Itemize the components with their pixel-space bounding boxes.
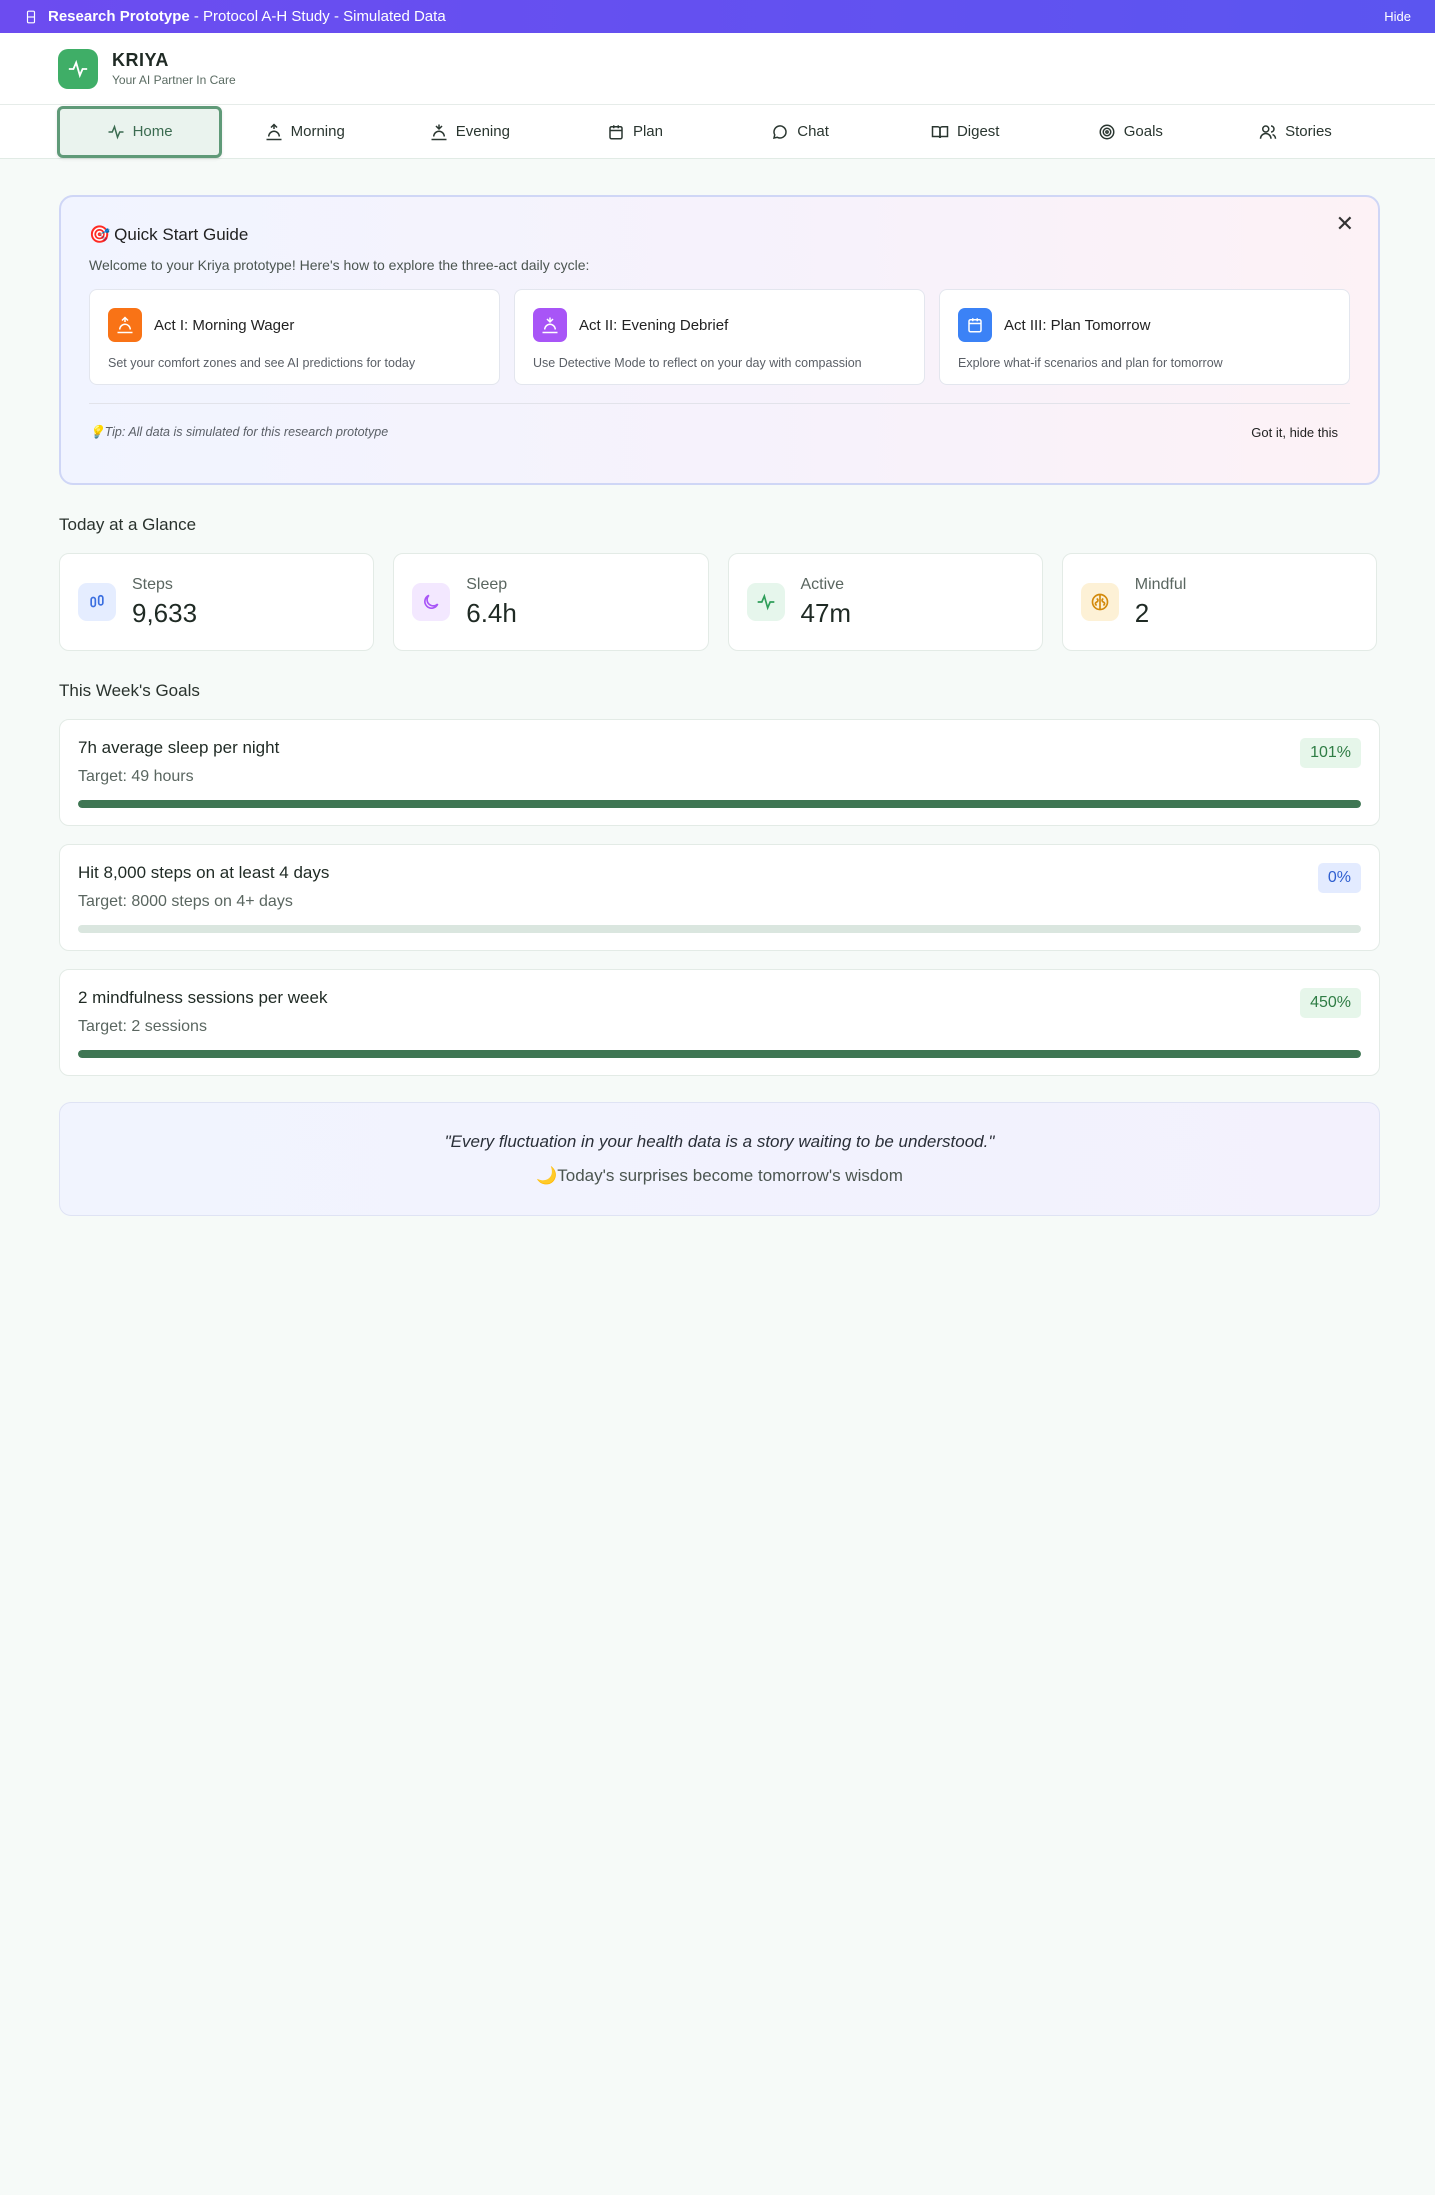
goal-target: Target: 2 sessions <box>78 1018 207 1035</box>
lightbulb-icon: 💡 <box>89 424 105 439</box>
act-card-plan[interactable]: Act III: Plan Tomorrow Explore what-if s… <box>939 289 1350 385</box>
nav-stories-label: Stories <box>1285 123 1332 140</box>
guide-description: Welcome to your Kriya prototype! Here's … <box>89 257 590 273</box>
goal-progress-fill <box>78 800 1361 808</box>
goal-percent-badge: 450% <box>1300 988 1361 1018</box>
banner-title: Research Prototype <box>48 8 190 25</box>
main-content: ✕ 🎯 Quick Start Guide Welcome to your Kr… <box>0 159 1435 1216</box>
calendar-icon <box>958 308 992 342</box>
goal-card: Hit 8,000 steps on at least 4 days Targe… <box>59 844 1380 951</box>
main-nav: Home Morning Evening Plan Chat Digest Go… <box>0 105 1435 159</box>
goal-progress-track <box>78 925 1361 933</box>
activity-icon <box>746 583 785 621</box>
sunset-icon <box>431 124 447 140</box>
activity-icon <box>68 59 88 78</box>
quick-start-guide: ✕ 🎯 Quick Start Guide Welcome to your Kr… <box>59 195 1380 485</box>
act-description: Use Detective Mode to reflect on your da… <box>533 356 862 370</box>
stat-card-mindful: Mindful 2 <box>1061 553 1377 651</box>
activity-icon <box>108 124 124 139</box>
nav-plan[interactable]: Plan <box>552 106 717 158</box>
act-card-evening[interactable]: Act II: Evening Debrief Use Detective Mo… <box>514 289 925 385</box>
goal-percent-badge: 0% <box>1317 863 1361 893</box>
goal-target: Target: 49 hours <box>78 768 194 785</box>
moon-icon: 🌙 <box>536 1166 558 1185</box>
goals-title: This Week's Goals <box>59 681 200 700</box>
dismiss-guide-button[interactable]: Got it, hide this <box>1251 425 1338 440</box>
stat-label: Active <box>800 575 845 593</box>
goal-title: Hit 8,000 steps on at least 4 days <box>78 863 330 882</box>
brand-tagline: Your AI Partner In Care <box>112 73 236 87</box>
nav-morning-label: Morning <box>290 123 345 140</box>
acts-list: Act I: Morning Wager Set your comfort zo… <box>89 289 1350 385</box>
stat-card-sleep: Sleep 6.4h <box>393 553 709 651</box>
nav-stories[interactable]: Stories <box>1213 106 1378 158</box>
goals-list: 7h average sleep per night Target: 49 ho… <box>59 719 1380 1076</box>
nav-home[interactable]: Home <box>57 105 223 158</box>
stat-value: 2 <box>1134 597 1150 628</box>
goal-progress-track <box>78 1050 1361 1058</box>
goal-card: 7h average sleep per night Target: 49 ho… <box>59 719 1380 826</box>
glance-title: Today at a Glance <box>59 515 197 534</box>
sunrise-icon <box>266 122 282 140</box>
stats-row: Steps 9,633 Sleep 6.4h Active 47m Mindfu… <box>59 553 1377 651</box>
close-guide-button[interactable]: ✕ <box>1336 213 1354 235</box>
stat-label: Steps <box>132 575 173 593</box>
target-icon <box>1099 124 1115 139</box>
nav-home-label: Home <box>132 123 173 140</box>
research-banner: Research Prototype - Protocol A-H Study … <box>0 0 1435 33</box>
goal-percent-badge: 101% <box>1300 738 1361 768</box>
goal-title: 2 mindfulness sessions per week <box>78 988 328 1007</box>
act-title: Act I: Morning Wager <box>154 316 295 334</box>
stat-value: 47m <box>800 597 852 628</box>
hide-banner-button[interactable]: Hide <box>1384 9 1411 24</box>
nav-plan-label: Plan <box>632 123 663 140</box>
app-header: KRIYA Your AI Partner In Care <box>0 33 1435 105</box>
nav-digest-label: Digest <box>956 123 1000 140</box>
stat-value: 9,633 <box>132 597 198 628</box>
act-title: Act II: Evening Debrief <box>579 316 729 334</box>
nav-evening-label: Evening <box>455 123 510 140</box>
stat-value: 6.4h <box>466 597 517 628</box>
nav-goals-label: Goals <box>1123 123 1163 140</box>
logo <box>58 48 98 89</box>
act-card-morning[interactable]: Act I: Morning Wager Set your comfort zo… <box>89 289 500 385</box>
goal-title: 7h average sleep per night <box>78 738 280 757</box>
book-icon <box>931 125 949 138</box>
stat-label: Mindful <box>1134 575 1187 593</box>
nav-morning[interactable]: Morning <box>222 106 387 158</box>
nav-goals[interactable]: Goals <box>1048 106 1213 158</box>
act-description: Set your comfort zones and see AI predic… <box>108 356 416 370</box>
banner-subtitle: - Protocol A-H Study - Simulated Data <box>189 8 446 25</box>
act-description: Explore what-if scenarios and plan for t… <box>958 356 1223 370</box>
nav-chat-label: Chat <box>797 123 829 140</box>
sunset-icon <box>533 308 567 342</box>
nav-evening[interactable]: Evening <box>387 106 552 158</box>
footprints-icon <box>78 583 116 621</box>
flask-icon <box>26 10 36 23</box>
brain-icon <box>1080 583 1119 621</box>
guide-title: Quick Start Guide <box>114 225 249 244</box>
stat-label: Sleep <box>466 575 508 593</box>
goal-progress-fill <box>78 1050 1361 1058</box>
goal-target: Target: 8000 steps on 4+ days <box>78 893 293 910</box>
chat-icon <box>773 124 788 139</box>
quote-subtext: Today's surprises become tomorrow's wisd… <box>557 1166 903 1185</box>
moon-icon <box>412 583 451 621</box>
users-icon <box>1259 124 1277 139</box>
stat-card-steps: Steps 9,633 <box>59 553 375 651</box>
quote-card: "Every fluctuation in your health data i… <box>59 1102 1380 1216</box>
brand-name: KRIYA <box>112 50 169 70</box>
target-icon: 🎯 <box>89 225 111 244</box>
quote-text: "Every fluctuation in your health data i… <box>444 1132 995 1151</box>
nav-digest[interactable]: Digest <box>883 106 1048 158</box>
nav-chat[interactable]: Chat <box>718 106 883 158</box>
act-title: Act III: Plan Tomorrow <box>1004 316 1151 334</box>
sunrise-icon <box>108 308 142 342</box>
goal-progress-track <box>78 800 1361 808</box>
goal-card: 2 mindfulness sessions per week Target: … <box>59 969 1380 1076</box>
guide-tip: Tip: All data is simulated for this rese… <box>104 424 389 439</box>
stat-card-active: Active 47m <box>727 553 1043 651</box>
calendar-icon <box>609 124 623 139</box>
